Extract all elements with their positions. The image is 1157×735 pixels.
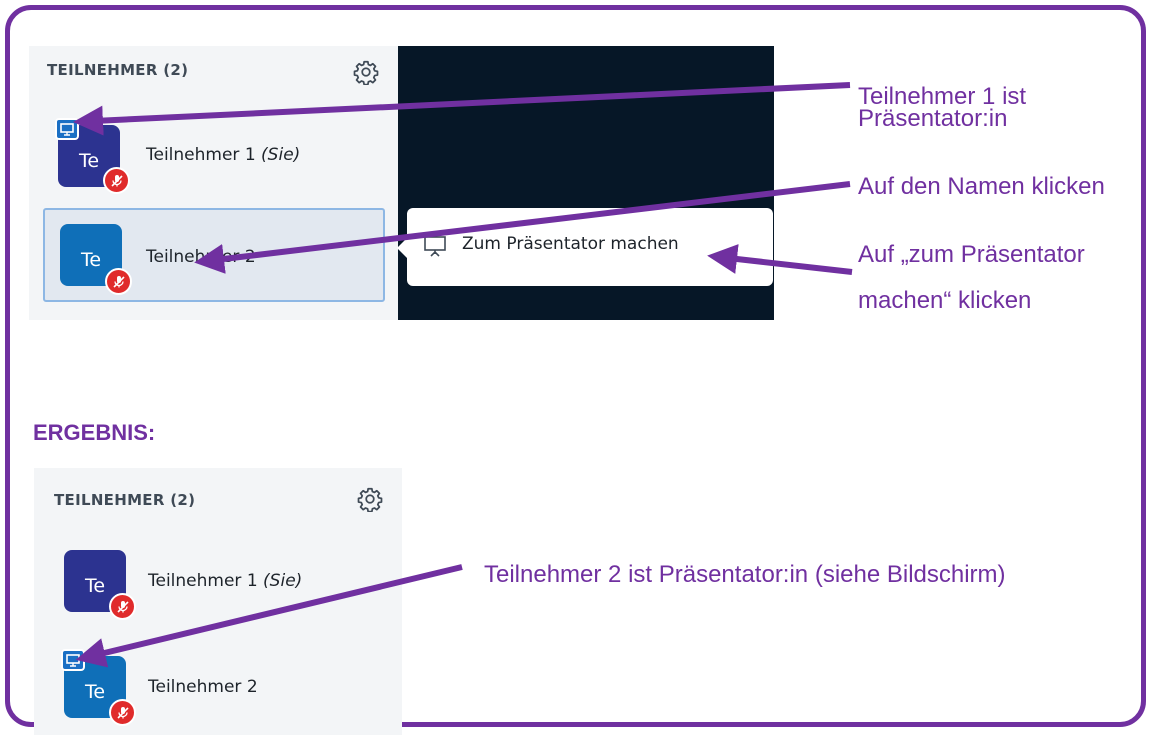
- arrow-to-presenter-icon: [73, 82, 851, 136]
- arrow-to-new-presenter: [75, 564, 463, 668]
- annotation-arrows: [73, 82, 853, 668]
- arrow-to-make-presenter: [707, 244, 853, 275]
- arrow-to-participant-2: [194, 181, 851, 274]
